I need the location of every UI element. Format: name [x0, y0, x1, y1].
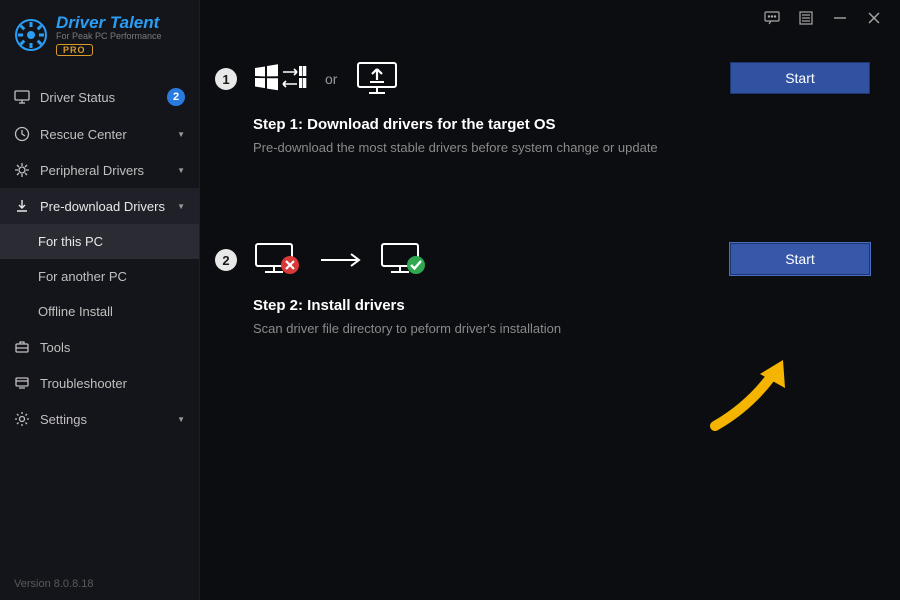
main-panel: 1 — [200, 0, 900, 600]
feedback-icon[interactable] — [764, 10, 780, 26]
button-label: Start — [785, 70, 815, 86]
step-2-block: 2 — [205, 237, 870, 338]
sidebar: Driver Talent For Peak PC Performance PR… — [0, 0, 200, 600]
monitor-success-icon — [379, 241, 427, 279]
step-1-title: Step 1: Download drivers for the target … — [253, 116, 714, 133]
arrow-right-icon — [319, 252, 361, 268]
annotation-arrow-icon — [705, 356, 795, 436]
sidebar-item-peripheral-drivers[interactable]: Peripheral Drivers ▼ — [0, 152, 199, 188]
menu-icon[interactable] — [798, 10, 814, 26]
logo-gear-icon — [14, 18, 48, 52]
titlebar — [200, 0, 900, 36]
sidebar-item-label: Settings — [40, 412, 167, 427]
sidebar-item-settings[interactable]: Settings ▼ — [0, 401, 199, 437]
monitor-icon — [14, 89, 30, 105]
step-1-block: 1 — [205, 56, 870, 157]
step-1-start-button[interactable]: Start — [730, 62, 870, 94]
download-icon — [14, 198, 30, 214]
driver-status-badge: 2 — [167, 88, 185, 106]
chevron-down-icon: ▼ — [177, 166, 185, 175]
sidebar-item-rescue-center[interactable]: Rescue Center ▼ — [0, 116, 199, 152]
sidebar-subitem-label: Offline Install — [38, 304, 113, 319]
close-button[interactable] — [866, 10, 882, 26]
sidebar-item-label: Driver Status — [40, 90, 157, 105]
logo-title: Driver Talent — [56, 14, 162, 31]
sidebar-subitem-label: For this PC — [38, 234, 103, 249]
sidebar-subitem-label: For another PC — [38, 269, 127, 284]
button-label: Start — [785, 251, 815, 267]
or-label: or — [325, 71, 337, 87]
monitor-upload-icon — [355, 60, 399, 98]
step-number: 2 — [215, 249, 237, 271]
toolbox-icon — [14, 339, 30, 355]
sidebar-nav: Driver Status 2 Rescue Center ▼ — [0, 78, 199, 568]
chevron-down-icon: ▼ — [177, 130, 185, 139]
sidebar-item-driver-status[interactable]: Driver Status 2 — [0, 78, 199, 116]
sidebar-subitem-offline-install[interactable]: Offline Install — [0, 294, 199, 329]
minimize-button[interactable] — [832, 10, 848, 26]
device-icon — [14, 162, 30, 178]
logo-subtitle: For Peak PC Performance — [56, 31, 162, 42]
sidebar-item-label: Pre-download Drivers — [40, 199, 167, 214]
pro-badge: PRO — [56, 44, 93, 56]
os-switch-icon — [253, 62, 307, 96]
sidebar-item-label: Peripheral Drivers — [40, 163, 167, 178]
step-2-start-button[interactable]: Start — [730, 243, 870, 275]
sidebar-item-troubleshooter[interactable]: Troubleshooter — [0, 365, 199, 401]
chevron-down-icon: ▼ — [177, 202, 185, 211]
version-label: Version 8.0.8.18 — [0, 568, 199, 600]
app-logo: Driver Talent For Peak PC Performance PR… — [0, 0, 199, 66]
step-2-desc: Scan driver file directory to peform dri… — [253, 320, 714, 338]
sidebar-item-pre-download-drivers[interactable]: Pre-download Drivers ▼ — [0, 188, 199, 224]
chevron-down-icon: ▼ — [177, 415, 185, 424]
monitor-error-icon — [253, 241, 301, 279]
sidebar-item-label: Tools — [40, 340, 185, 355]
sidebar-item-label: Rescue Center — [40, 127, 167, 142]
clock-restore-icon — [14, 126, 30, 142]
sidebar-item-tools[interactable]: Tools — [0, 329, 199, 365]
step-2-title: Step 2: Install drivers — [253, 297, 714, 314]
step-number: 1 — [215, 68, 237, 90]
sidebar-subitem-for-this-pc[interactable]: For this PC — [0, 224, 199, 259]
sidebar-subitem-for-another-pc[interactable]: For another PC — [0, 259, 199, 294]
step-1-desc: Pre-download the most stable drivers bef… — [253, 139, 714, 157]
gear-icon — [14, 411, 30, 427]
troubleshoot-icon — [14, 375, 30, 391]
sidebar-item-label: Troubleshooter — [40, 376, 185, 391]
